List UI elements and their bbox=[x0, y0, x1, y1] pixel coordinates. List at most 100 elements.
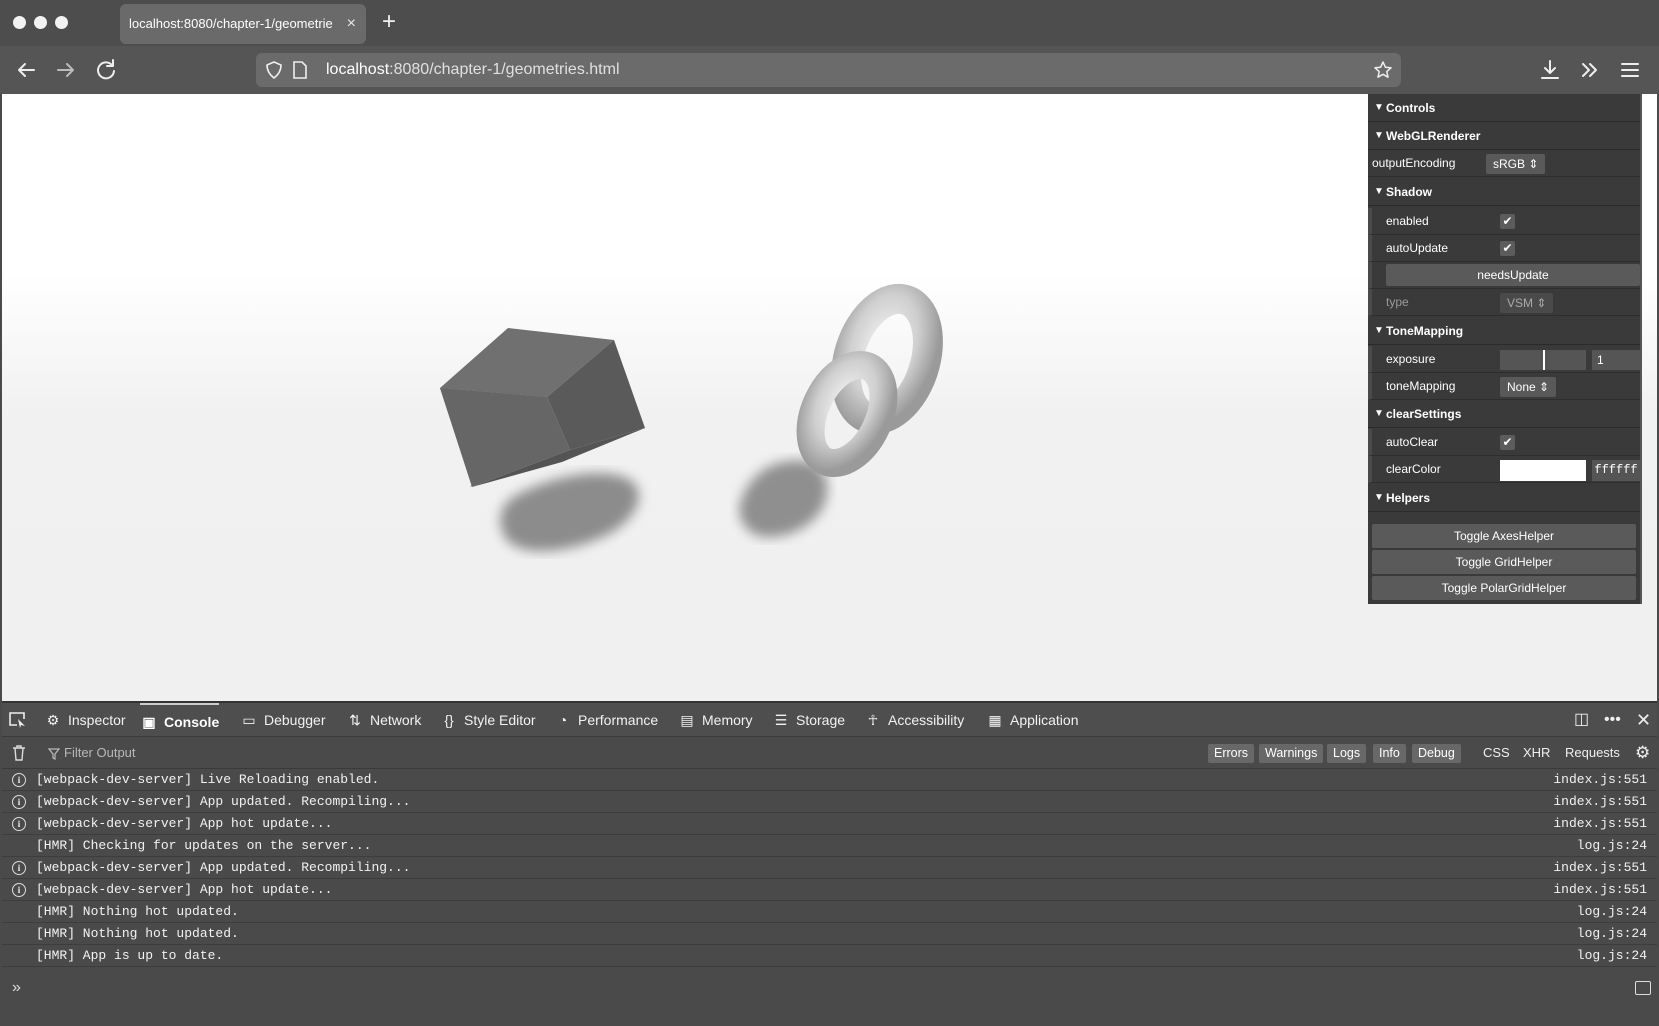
minimize-window-button[interactable] bbox=[34, 16, 47, 29]
navigation-bar: localhost:8080/chapter-1/geometries.html bbox=[0, 46, 1659, 94]
trash-icon[interactable] bbox=[12, 745, 26, 761]
shadow-folder[interactable]: ▼ Shadow bbox=[1368, 178, 1640, 206]
filter-css-button[interactable]: CSS bbox=[1483, 737, 1510, 769]
console-input[interactable]: » bbox=[2, 975, 1657, 1005]
split-console-icon[interactable] bbox=[1635, 981, 1651, 995]
tab-console[interactable]: ▣ Console bbox=[140, 703, 220, 737]
console-log-row[interactable]: [HMR] Checking for updates on the server… bbox=[2, 835, 1657, 857]
devtools-toolbar: ⚙ Inspector ▣ Console ▭ Debugger ⇅ Network {… bbox=[2, 703, 1657, 737]
folder-title: Controls bbox=[1386, 101, 1436, 115]
shield-icon[interactable] bbox=[264, 60, 284, 80]
cube-shadow bbox=[500, 473, 639, 552]
filter-xhr-button[interactable]: XHR bbox=[1523, 737, 1550, 769]
webglrenderer-folder[interactable]: ▼ WebGLRenderer bbox=[1368, 122, 1640, 150]
console-log-row[interactable]: i [webpack-dev-server] Live Reloading ena… bbox=[2, 769, 1657, 791]
chevron-down-icon: ▼ bbox=[1374, 102, 1384, 113]
chevron-down-icon: ▼ bbox=[1374, 325, 1384, 336]
exposure-number-input[interactable]: 1 bbox=[1592, 350, 1640, 370]
filter-logs-button[interactable]: Logs bbox=[1327, 744, 1367, 763]
reload-icon[interactable] bbox=[92, 56, 120, 84]
toggle-gridhelper-button[interactable]: Toggle GridHelper bbox=[1372, 550, 1636, 574]
tab-performance[interactable]: ◔ Performance bbox=[554, 703, 658, 737]
element-picker-icon[interactable] bbox=[8, 711, 28, 729]
filter-errors-button[interactable]: Errors bbox=[1208, 744, 1255, 763]
url-text[interactable]: localhost:8080/chapter-1/geometries.html bbox=[326, 53, 620, 87]
tab-close-icon[interactable]: × bbox=[347, 4, 356, 44]
log-source-link[interactable]: index.js:551 bbox=[1553, 791, 1647, 813]
close-devtools-icon[interactable]: ✕ bbox=[1636, 703, 1651, 737]
tab-memory[interactable]: ▤ Memory bbox=[678, 703, 752, 737]
toggle-polargridhelper-button[interactable]: Toggle PolarGridHelper bbox=[1372, 576, 1636, 600]
filter-info-button[interactable]: Info bbox=[1373, 744, 1406, 763]
console-log-row[interactable]: [HMR] Nothing hot updated. log.js:24 bbox=[2, 901, 1657, 923]
log-source-link[interactable]: index.js:551 bbox=[1553, 879, 1647, 901]
tonemapping-row: toneMapping None ⇕ bbox=[1368, 373, 1640, 400]
close-window-button[interactable] bbox=[13, 16, 26, 29]
torus-shadow bbox=[739, 460, 828, 538]
maximize-window-button[interactable] bbox=[55, 16, 68, 29]
log-source-link[interactable]: log.js:24 bbox=[1577, 901, 1647, 923]
tab-storage[interactable]: ☰ Storage bbox=[772, 703, 845, 737]
clearcolor-hex-input[interactable]: ffffff bbox=[1592, 460, 1640, 481]
tab-inspector[interactable]: ⚙ Inspector bbox=[44, 703, 126, 737]
forward-icon[interactable] bbox=[52, 56, 80, 84]
log-source-link[interactable]: index.js:551 bbox=[1553, 813, 1647, 835]
tab-style-editor[interactable]: {} Style Editor bbox=[440, 703, 535, 737]
hamburger-menu-icon[interactable] bbox=[1616, 56, 1644, 84]
tab-debugger[interactable]: ▭ Debugger bbox=[240, 703, 325, 737]
dock-side-icon[interactable]: ◫ bbox=[1574, 703, 1589, 737]
log-source-link[interactable]: log.js:24 bbox=[1577, 835, 1647, 857]
log-source-link[interactable]: index.js:551 bbox=[1553, 769, 1647, 791]
filter-debug-button[interactable]: Debug bbox=[1412, 744, 1461, 763]
autoclear-checkbox[interactable]: ✔ bbox=[1500, 435, 1515, 450]
toggle-axeshelper-button[interactable]: Toggle AxesHelper bbox=[1372, 524, 1636, 548]
log-source-link[interactable]: index.js:551 bbox=[1553, 857, 1647, 879]
filter-requests-button[interactable]: Requests bbox=[1565, 737, 1620, 769]
info-icon: i bbox=[12, 883, 26, 897]
overflow-chevrons-icon[interactable] bbox=[1576, 56, 1604, 84]
controls-folder[interactable]: ▼ Controls bbox=[1368, 94, 1640, 122]
console-log-row[interactable]: [HMR] App is up to date. log.js:24 bbox=[2, 945, 1657, 967]
console-log-row[interactable]: i [webpack-dev-server] App updated. Recom… bbox=[2, 791, 1657, 813]
type-select[interactable]: VSM ⇕ bbox=[1500, 293, 1554, 313]
slider-knob[interactable] bbox=[1543, 350, 1545, 370]
tonemapping-select[interactable]: None ⇕ bbox=[1500, 377, 1557, 397]
more-options-icon[interactable]: ••• bbox=[1604, 703, 1621, 737]
outputencoding-select[interactable]: sRGB ⇕ bbox=[1486, 154, 1546, 174]
autoupdate-checkbox[interactable]: ✔ bbox=[1500, 241, 1515, 256]
shadow-autoupdate-row: autoUpdate ✔ bbox=[1368, 235, 1640, 262]
log-source-link[interactable]: log.js:24 bbox=[1577, 945, 1647, 967]
tab-application[interactable]: ▦ Application bbox=[986, 703, 1078, 737]
type-label: type bbox=[1386, 295, 1409, 309]
address-bar[interactable]: localhost:8080/chapter-1/geometries.html bbox=[256, 53, 1401, 87]
console-log-row[interactable]: [HMR] Nothing hot updated. log.js:24 bbox=[2, 923, 1657, 945]
bookmark-star-icon[interactable] bbox=[1373, 60, 1393, 80]
clearcolor-swatch[interactable] bbox=[1500, 460, 1586, 481]
tab-network[interactable]: ⇅ Network bbox=[346, 703, 421, 737]
page-icon bbox=[293, 61, 307, 79]
tab-bar: localhost:8080/chapter-1/geometrie × + bbox=[0, 0, 1659, 46]
helpers-folder[interactable]: ▼ Helpers bbox=[1368, 484, 1640, 512]
console-log-row[interactable]: i [webpack-dev-server] App hot update... i… bbox=[2, 813, 1657, 835]
exposure-row: exposure 1 bbox=[1368, 346, 1640, 373]
downloads-icon[interactable] bbox=[1536, 56, 1564, 84]
exposure-slider[interactable] bbox=[1500, 350, 1586, 370]
filter-warnings-button[interactable]: Warnings bbox=[1259, 744, 1324, 763]
log-message: [HMR] Nothing hot updated. bbox=[36, 926, 239, 941]
chevron-down-icon: ▼ bbox=[1374, 130, 1384, 141]
filter-output-input[interactable]: Filter Output bbox=[64, 737, 136, 769]
needsupdate-button[interactable]: needsUpdate bbox=[1386, 264, 1640, 286]
tonemapping-folder[interactable]: ▼ ToneMapping bbox=[1368, 317, 1640, 345]
enabled-checkbox[interactable]: ✔ bbox=[1500, 214, 1515, 229]
console-log-row[interactable]: i [webpack-dev-server] App hot update... i… bbox=[2, 879, 1657, 901]
tab-accessibility[interactable]: ☥ Accessibility bbox=[864, 703, 964, 737]
clearsettings-folder[interactable]: ▼ clearSettings bbox=[1368, 400, 1640, 428]
browser-window: localhost:8080/chapter-1/geometrie × + l… bbox=[0, 0, 1659, 1026]
log-source-link[interactable]: log.js:24 bbox=[1577, 923, 1647, 945]
console-log-row[interactable]: i [webpack-dev-server] App updated. Recom… bbox=[2, 857, 1657, 879]
cube-mesh bbox=[440, 328, 645, 487]
back-icon[interactable] bbox=[12, 56, 40, 84]
new-tab-button[interactable]: + bbox=[382, 10, 396, 34]
browser-tab[interactable]: localhost:8080/chapter-1/geometrie × bbox=[120, 4, 366, 44]
console-settings-gear-icon[interactable]: ⚙ bbox=[1635, 737, 1650, 769]
